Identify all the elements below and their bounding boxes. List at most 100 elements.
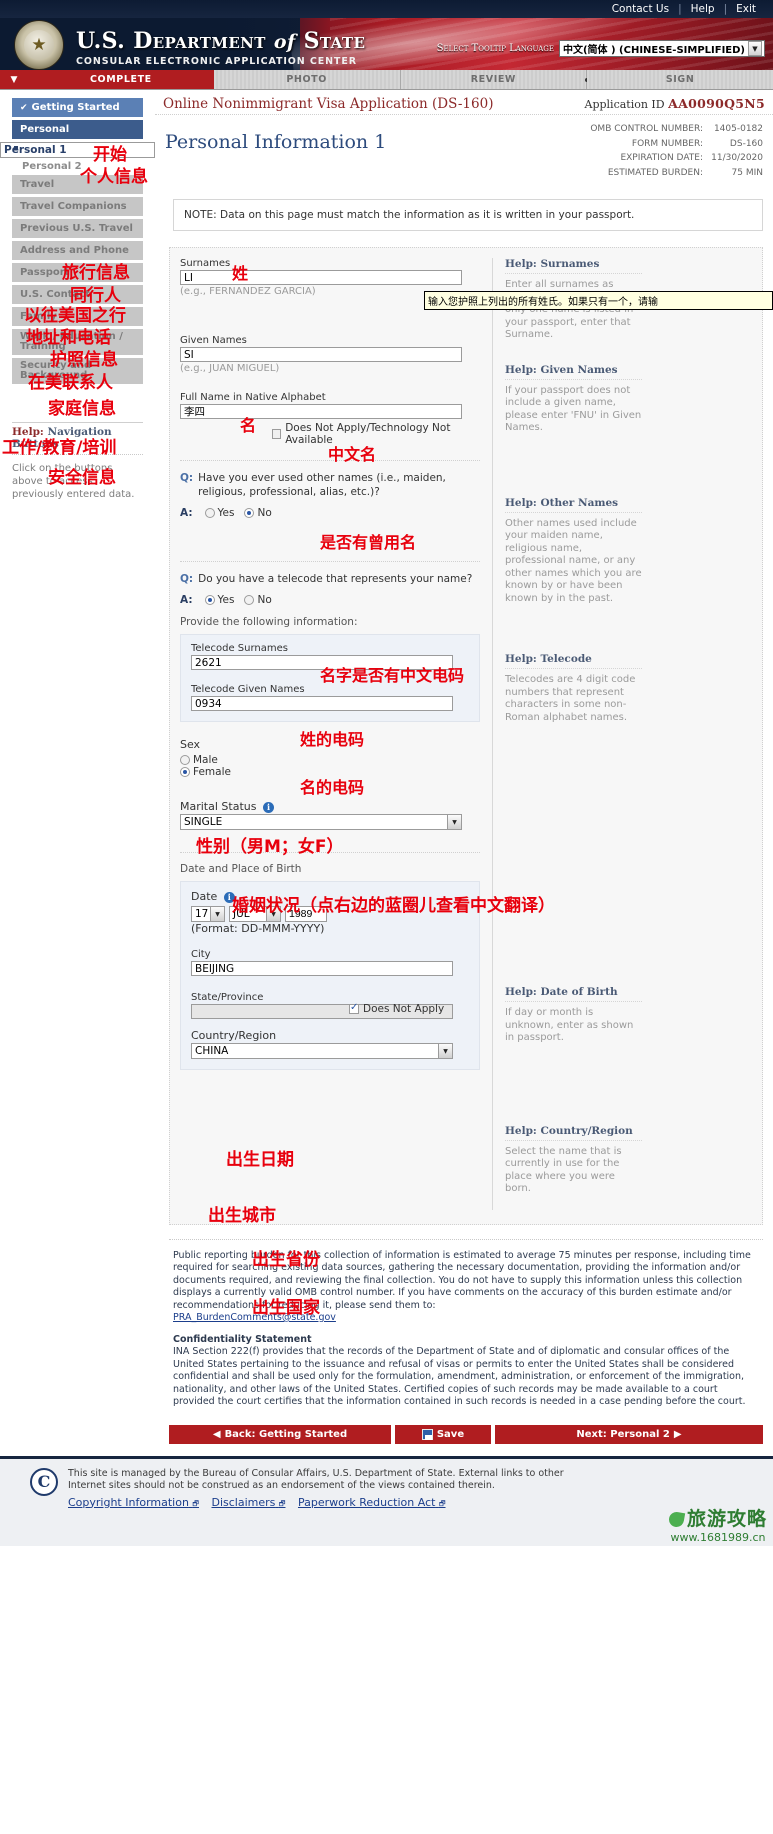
sidebar-item-travel-companions[interactable]: Travel Companions [12,197,143,216]
chevron-down-icon[interactable]: ▼ [438,1044,452,1058]
telecode-yes-label: Yes [217,594,235,606]
sidebar-item-personal[interactable]: Personal [12,120,143,139]
save-icon [421,1428,433,1440]
sex-male-option[interactable]: Male [180,754,476,766]
annotation-text: 名 [240,416,257,435]
step-complete[interactable]: COMPLETE [28,70,214,89]
department-subtitle: CONSULAR ELECTRONIC APPLICATION CENTER [76,56,357,67]
back-button[interactable]: ◀ Back: Getting Started [169,1424,391,1444]
sidebar-item-label: Previous U.S. Travel [20,223,133,234]
save-button[interactable]: Save [395,1424,491,1444]
other-names-question: Q: Have you ever used other names (i.e.,… [180,461,480,519]
dob-day-select[interactable]: 17 ▼ [191,906,225,922]
birth-section: Date and Place of Birth Date i 17 ▼ JUL … [180,863,480,1070]
chevron-down-icon[interactable]: ▼ [447,815,461,829]
marital-status-label: Marital Status i [180,800,480,813]
birth-city-input[interactable] [191,961,453,976]
omb-row: ESTIMATED BURDEN: 75 MIN [584,167,763,180]
dept-text-of: of [273,31,296,53]
chevron-down-icon[interactable]: ▼ [210,907,224,921]
help-other-names-title: Help: Other Names [505,497,642,513]
other-names-no-radio[interactable] [244,508,255,518]
birth-state-dna-checkbox[interactable] [349,1002,359,1014]
help-prefix: Help: [505,363,537,376]
help-link[interactable]: Help [682,3,724,15]
native-name-dna-row[interactable]: Does Not Apply/Technology Not Available [272,422,480,446]
sidebar-subitem-personal-1[interactable]: Personal 1 [0,142,155,158]
step-photo[interactable]: PHOTO [213,70,401,89]
tooltip-language-label: Select Tooltip Language [436,43,554,54]
native-name-dna-label: Does Not Apply/Technology Not Available [285,422,451,446]
copyright-information-link[interactable]: Copyright Information 🗗 [68,1496,199,1509]
birth-state-dna-row[interactable]: Does Not Apply [349,1002,469,1015]
birth-section-label: Date and Place of Birth [180,863,302,875]
dob-label-text: Date [191,890,218,903]
contact-us-link[interactable]: Contact Us [603,3,678,15]
native-name-input[interactable] [180,404,462,419]
help-title-text: Given Names [540,363,618,376]
step-review[interactable]: REVIEW [400,70,590,89]
sidebar-item-label: Personal [20,124,70,135]
sidebar-help-panel: Help: Navigation Buttons Click on the bu… [12,422,143,501]
help-telecode-body: Telecodes are 4 digit code numbers that … [505,674,636,723]
dob-format-hint: (Format: DD-MMM-YYYY) [191,922,325,935]
step-label: PHOTO [286,74,327,85]
native-name-dna-checkbox[interactable] [272,429,282,439]
telecode-yes-radio[interactable] [204,595,215,605]
info-icon[interactable]: i [262,801,274,813]
footer-content: This site is managed by the Bureau of Co… [68,1468,568,1532]
marital-status-select[interactable]: SINGLE ▼ [180,814,462,830]
tooltip-language-control[interactable]: Select Tooltip Language 中文(简体 ) (CHINESE… [437,40,765,57]
telecode-no-option[interactable]: No [244,594,272,606]
other-names-q-text: Have you ever used other names (i.e., ma… [198,472,446,498]
department-title: U.S. Department of State CONSULAR ELECTR… [76,28,365,67]
other-names-no-option[interactable]: No [244,507,272,519]
sex-female-option[interactable]: Female [180,766,476,778]
surnames-input[interactable] [180,270,462,285]
given-names-input[interactable] [180,347,462,362]
chevron-down-icon[interactable]: ▼ [748,41,762,56]
annotation-text: 以往美国之行 [24,306,126,326]
annotation-text: 名字是否有中文电码 [320,666,465,685]
application-id-label: Application ID [584,98,665,111]
external-link-icon: 🗗 [438,1499,446,1508]
step-sign[interactable]: SIGN [587,70,773,89]
other-names-yes-option[interactable]: Yes [204,507,235,519]
sidebar-item-address-and-phone[interactable]: Address and Phone [12,241,143,260]
telecode-no-label: No [257,594,272,606]
sidebar-item-previous-us-travel[interactable]: Previous U.S. Travel [12,219,143,238]
sex-female-radio[interactable] [180,767,190,777]
help-country: Help: Country/Region Select the name tha… [505,1125,642,1196]
telecode-given-input[interactable] [191,696,453,711]
steps-collapse-toggle[interactable]: ▼ [0,70,28,89]
telecode-yes-option[interactable]: Yes [204,594,235,606]
help-prefix: Help: [505,1124,537,1137]
help-prefix: Help: [505,258,537,270]
other-names-answer: A: Yes No [180,507,480,519]
back-button-label: Back: Getting Started [224,1428,348,1440]
q-marker: Q: [180,573,194,585]
birth-country-label: Country/Region [191,1029,277,1042]
dept-text-a: U.S. Department [76,28,266,54]
annotation-text: 个人信息 [80,167,148,187]
tooltip-language-value: 中文(简体 ) (CHINESE-SIMPLIFIED) [562,45,745,56]
birth-country-select[interactable]: CHINA ▼ [191,1043,453,1059]
omb-info-table: OMB CONTROL NUMBER: 1405-0182 FORM NUMBER… [582,121,765,181]
birth-country-value: CHINA [195,1045,229,1057]
passport-match-note: NOTE: Data on this page must match the i… [173,199,763,231]
annotation-text: 性别（男M；女F） [196,837,344,857]
help-dob-title: Help: Date of Birth [505,986,642,1002]
a-marker: A: [180,594,193,606]
disclaimers-link[interactable]: Disclaimers 🗗 [212,1496,286,1509]
sidebar-item-getting-started[interactable]: ✔ Getting Started [12,98,143,117]
chevron-right-icon: ▶ [673,1428,682,1440]
other-names-no-label: No [257,507,272,519]
telecode-no-radio[interactable] [244,595,255,605]
other-names-yes-radio[interactable] [204,508,215,518]
tooltip-language-select[interactable]: 中文(简体 ) (CHINESE-SIMPLIFIED) ▼ [558,40,765,57]
sex-male-radio[interactable] [180,755,190,765]
exit-link[interactable]: Exit [727,3,765,15]
paperwork-reduction-act-link[interactable]: Paperwork Reduction Act 🗗 [298,1496,446,1509]
other-names-yes-label: Yes [217,507,235,519]
next-button[interactable]: Next: Personal 2 ▶ [495,1424,763,1444]
